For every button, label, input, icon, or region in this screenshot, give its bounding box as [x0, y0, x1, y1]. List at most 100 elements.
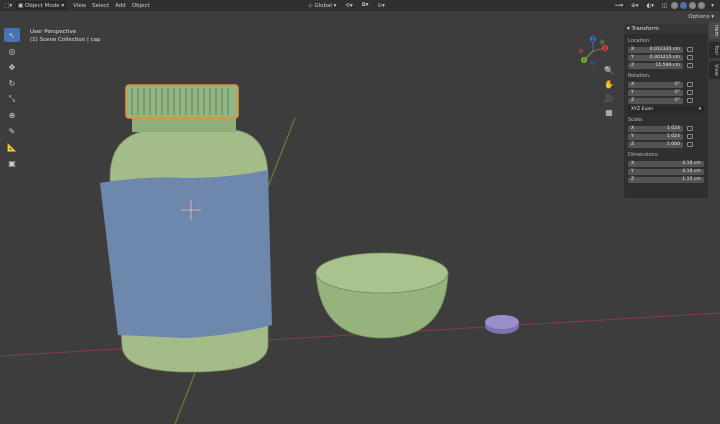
gizmo-y-label: Y	[582, 58, 586, 63]
location-x-field[interactable]: X 0.012335 cm	[628, 46, 683, 53]
pivot-point-dropdown[interactable]: ⟲▾	[343, 1, 354, 10]
viewport-header: ⬚▾ ▣ Object Mode ▾ View Select Add Objec…	[0, 0, 720, 11]
scale-icon[interactable]: ⤡	[4, 92, 20, 106]
rotation-z-field[interactable]: Z 0°	[628, 97, 683, 104]
scale-y-field[interactable]: Y 1.024	[628, 133, 683, 140]
overlays-toggle[interactable]: ◐▾	[644, 1, 656, 10]
rotation-x-field[interactable]: X 0°	[628, 81, 683, 88]
rotation-x-row: X 0°	[628, 81, 708, 88]
location-y-row: Y 0.301215 cm	[628, 54, 708, 61]
rendered-shading-button[interactable]	[698, 2, 706, 9]
tool-shelf: ↖ ◎ ✥ ↻ ⤡ ⊕ ✎ 📐 ▣	[4, 28, 20, 170]
lock-icon[interactable]	[687, 47, 693, 52]
transform-orientation-dropdown[interactable]: ⊹ Global ▾	[306, 1, 338, 10]
shading-options-dropdown[interactable]: ▾	[709, 1, 716, 10]
orientation-label: Global	[314, 2, 332, 9]
field-value: 1.15 cm	[682, 177, 701, 182]
dimensions-z-field[interactable]: Z 1.15 cm	[628, 176, 704, 183]
dimensions-x-field[interactable]: X 4.16 cm	[628, 160, 704, 167]
scale-z-field[interactable]: Z 1.000	[628, 141, 683, 148]
field-value: 1.024	[666, 126, 680, 131]
camera-view-icon[interactable]: 🎥	[603, 94, 615, 106]
viewport-info: User Perspective (1) Scene Collection | …	[30, 28, 101, 44]
lock-icon[interactable]	[687, 126, 693, 131]
tab-view[interactable]: View	[709, 61, 720, 79]
navigation-gizmo[interactable]: X Z Y	[578, 36, 608, 66]
location-z-field[interactable]: Z 15.596 cm	[628, 62, 683, 69]
lock-icon[interactable]	[687, 98, 693, 103]
location-y-field[interactable]: Y 0.301215 cm	[628, 54, 683, 61]
sidebar-tabs: Item Tool View	[709, 22, 720, 79]
lock-icon[interactable]	[687, 55, 693, 60]
gizmo-toggle[interactable]: ⊕▾	[629, 1, 640, 10]
transform-title: Transform	[631, 26, 659, 32]
location-z-row: Z 15.596 cm	[628, 62, 708, 69]
menu-view[interactable]: View	[71, 1, 88, 10]
tab-tool[interactable]: Tool	[709, 42, 720, 59]
rotation-mode-dropdown[interactable]: XYZ Euler ▾	[628, 106, 704, 113]
select-box-icon[interactable]: ↖	[4, 28, 20, 42]
rotate-icon[interactable]: ↻	[4, 76, 20, 90]
gizmo-neg-x[interactable]	[578, 48, 584, 54]
menu-select[interactable]: Select	[90, 1, 111, 10]
axis-label: Z	[631, 63, 635, 68]
rotation-z-row: Z 0°	[628, 97, 708, 104]
gizmo-neg-z[interactable]	[590, 60, 596, 66]
axis-label: Z	[631, 142, 635, 147]
scale-x-field[interactable]: X 1.024	[628, 125, 683, 132]
transform-icon[interactable]: ⊕	[4, 108, 20, 122]
solid-shading-button[interactable]	[680, 2, 688, 9]
pan-hand-icon[interactable]: ✋	[603, 80, 615, 92]
axis-label: X	[631, 47, 635, 52]
pill-object[interactable]	[485, 315, 519, 334]
snap-toggle[interactable]: ⧉▾	[360, 1, 371, 10]
menu-object[interactable]: Object	[130, 1, 152, 10]
lock-icon[interactable]	[687, 142, 693, 147]
transform-panel-header[interactable]: ▾ Transform	[624, 24, 708, 34]
visibility-dropdown[interactable]: ⊶▾	[613, 1, 625, 10]
cursor-icon[interactable]: ◎	[4, 44, 20, 58]
tab-item[interactable]: Item	[709, 22, 720, 40]
perspective-toggle-icon[interactable]: ▦	[603, 108, 615, 120]
gizmo-neg-y[interactable]	[599, 39, 605, 45]
rotation-y-field[interactable]: Y 0°	[628, 89, 683, 96]
field-value: 15.596 cm	[655, 63, 680, 68]
wireframe-shading-button[interactable]	[671, 2, 679, 9]
bottle-object[interactable]	[100, 118, 272, 373]
lock-icon[interactable]	[687, 82, 693, 87]
axis-label: Y	[631, 55, 634, 60]
field-value: 0.012335 cm	[649, 47, 680, 52]
bowl-object[interactable]	[315, 252, 449, 339]
editor-type-button[interactable]: ⬚▾	[2, 1, 14, 10]
axis-label: Y	[631, 134, 634, 139]
move-icon[interactable]: ✥	[4, 60, 20, 74]
lock-icon[interactable]	[687, 63, 693, 68]
xray-toggle[interactable]: ◫	[660, 1, 669, 10]
rotation-mode-label: XYZ Euler	[631, 107, 654, 112]
measure-icon[interactable]: 📐	[4, 140, 20, 154]
menu-add[interactable]: Add	[113, 1, 128, 10]
material-preview-shading-button[interactable]	[689, 2, 697, 9]
add-cube-icon[interactable]: ▣	[4, 156, 20, 170]
cap-object-selected[interactable]	[125, 84, 239, 119]
field-value: 4.16 cm	[682, 169, 701, 174]
scale-z-row: Z 1.000	[628, 141, 708, 148]
annotate-icon[interactable]: ✎	[4, 124, 20, 138]
bottle-label	[100, 170, 272, 338]
lock-icon[interactable]	[687, 134, 693, 139]
mode-dropdown[interactable]: ▣ Object Mode ▾	[15, 1, 67, 10]
field-value: 0°	[674, 82, 680, 87]
dimensions-y-field[interactable]: Y 4.16 cm	[628, 168, 704, 175]
proportional-editing-toggle[interactable]: ⊙▾	[376, 1, 387, 10]
zoom-icon[interactable]: 🔍	[603, 66, 615, 78]
dimensions-y-row: Y 4.16 cm	[628, 168, 708, 175]
field-value: 1.000	[666, 142, 680, 147]
lock-icon[interactable]	[687, 90, 693, 95]
rotation-label: Rotation:	[628, 73, 651, 79]
field-value: 0.301215 cm	[649, 55, 680, 60]
mode-label: Object Mode	[24, 2, 60, 9]
location-label: Location:	[628, 38, 651, 44]
axis-label: Y	[631, 90, 634, 95]
axis-label: X	[631, 126, 635, 131]
scale-y-row: Y 1.024	[628, 133, 708, 140]
